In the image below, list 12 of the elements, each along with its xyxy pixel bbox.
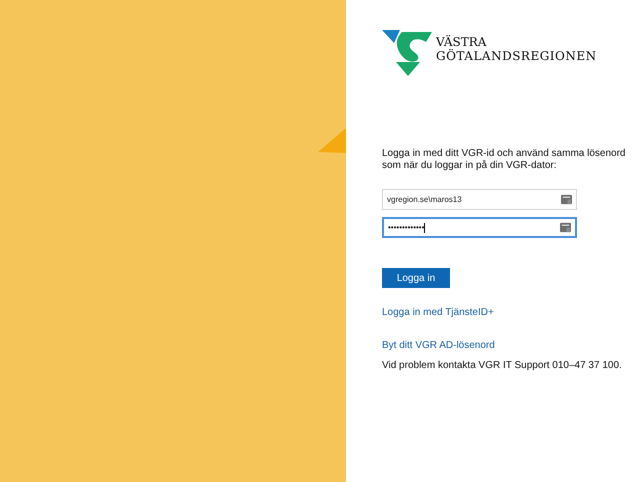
logo-text-line: VÄSTRA <box>436 35 488 49</box>
link[interactable]: Byt ditt VGR AD-lösenord <box>382 340 495 351</box>
link[interactable]: Logga in med TjänsteID+ <box>382 307 494 318</box>
logo-icon <box>382 30 432 76</box>
support-text: Vid problem kontakta VGR IT Support 010–47 37 100. <box>382 360 622 371</box>
input-field[interactable]: ••••••••••••• <box>382 217 577 238</box>
intro-text: Logga in med ditt VGR-id och använd samma lösenord som när du loggar in på din VGR-dator: <box>382 148 626 172</box>
key-icon[interactable] <box>560 222 571 233</box>
input-field[interactable]: vgregion.se\maros13 <box>382 189 577 210</box>
logo-text-line: GÖTALANDSREGIONEN <box>436 49 597 63</box>
key-icon[interactable] <box>561 194 572 205</box>
login-button[interactable]: Logga in <box>382 268 450 288</box>
